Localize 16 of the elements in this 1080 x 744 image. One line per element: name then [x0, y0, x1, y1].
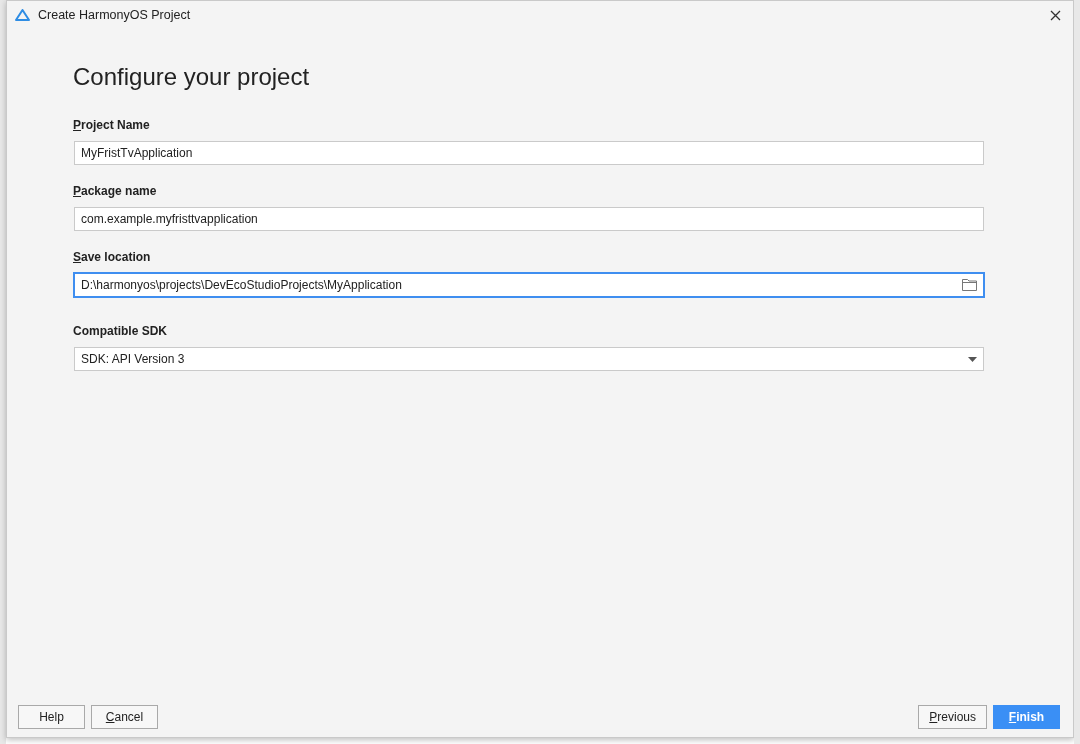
dialog-button[interactable]: Cancel	[91, 705, 158, 729]
app-logo-icon	[15, 9, 30, 21]
dialog-button[interactable]: Help	[18, 705, 85, 729]
caret-icon	[968, 356, 977, 362]
input-field[interactable]: MyFristTvApplication	[74, 141, 984, 165]
field-label: Package name	[73, 183, 158, 199]
page-heading: Configure your project	[73, 63, 311, 91]
path-field[interactable]: D:\harmonyos\projects\DevEcoStudioProjects\MyApplication	[74, 273, 984, 297]
field-label: Compatible SDK	[73, 323, 168, 339]
field-label: Save location	[73, 249, 152, 265]
folder-icon[interactable]	[962, 278, 977, 291]
dialog-button[interactable]: Previous	[918, 705, 987, 729]
input-field[interactable]: com.example.myfristtvapplication	[74, 207, 984, 231]
window-title: Create HarmonyOS Project	[38, 8, 192, 22]
sdk-dropdown[interactable]: SDK: API Version 3	[74, 347, 984, 371]
field-label: Project Name	[73, 117, 151, 133]
